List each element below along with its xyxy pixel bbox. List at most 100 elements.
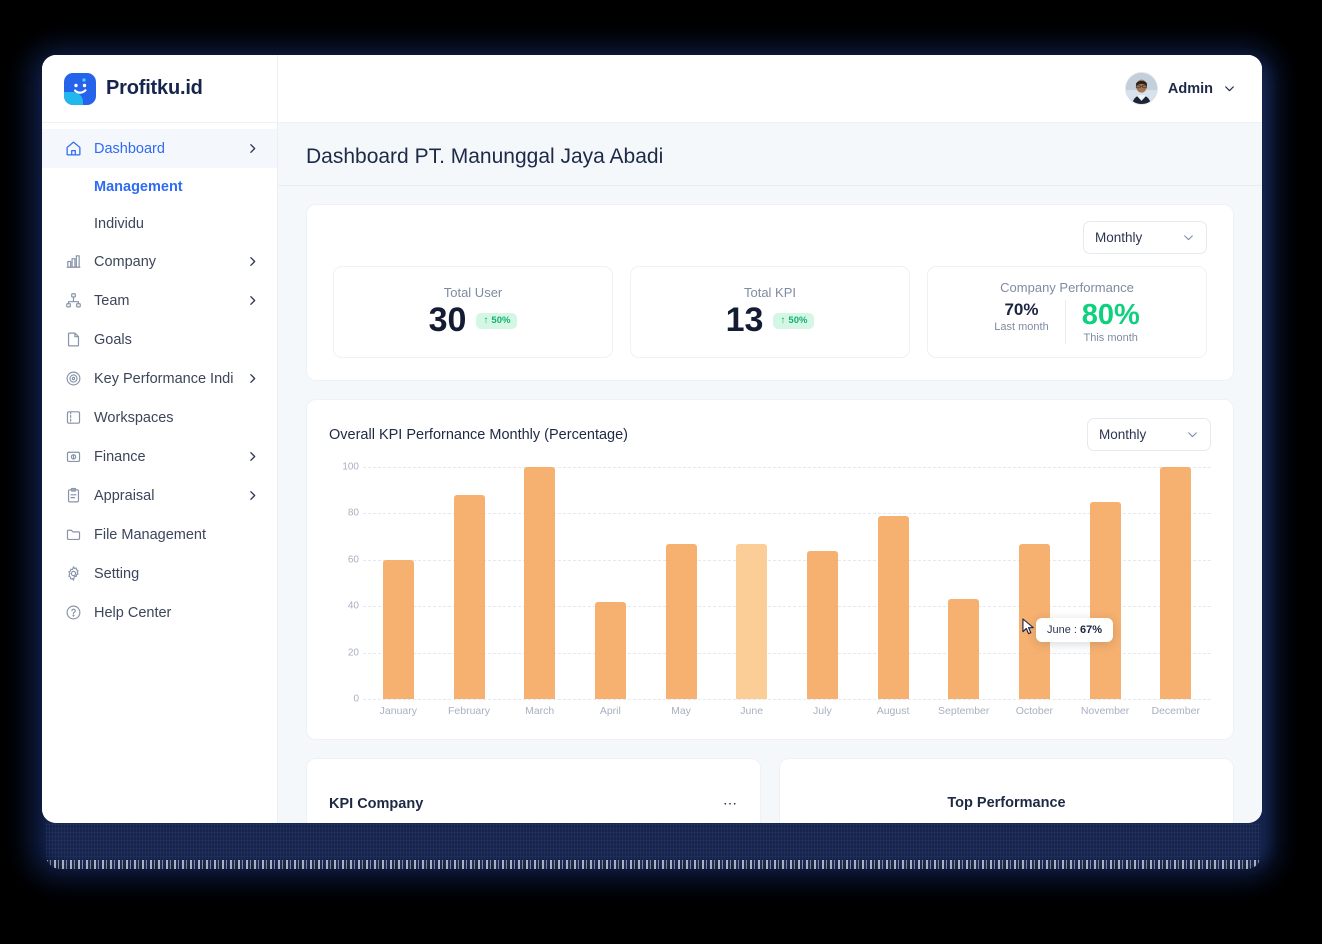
stat-label: Total KPI bbox=[743, 285, 797, 301]
top-performance-title: Top Performance bbox=[947, 795, 1066, 811]
sidebar-item-goals[interactable]: Goals bbox=[42, 320, 277, 359]
chart-tooltip: June : 67% bbox=[1036, 618, 1114, 642]
stat-card-company-performance: Company Performance 70% Last month 80% T… bbox=[927, 266, 1207, 358]
sidebar-item-label: Team bbox=[94, 292, 130, 309]
bar-column[interactable] bbox=[434, 467, 505, 699]
stat-value: 13 bbox=[725, 301, 764, 340]
home-icon bbox=[64, 140, 82, 158]
sidebar-item-individu[interactable]: Individu bbox=[42, 205, 277, 242]
summary-period-select[interactable]: Monthly bbox=[1083, 221, 1207, 254]
status-badge: ↑ 50% bbox=[773, 313, 815, 329]
bar[interactable] bbox=[1160, 467, 1192, 699]
performance-last-caption: Last month bbox=[994, 321, 1049, 334]
page-title-bar: Dashboard PT. Manunggal Jaya Abadi bbox=[278, 123, 1262, 186]
bar[interactable] bbox=[594, 601, 626, 699]
stat-card-total-user: Total User 30 ↑ 50% bbox=[333, 266, 613, 358]
kpi-chart-card: Overall KPI Perfornance Monthly (Percent… bbox=[306, 399, 1234, 740]
kpi-company-title: KPI Company bbox=[329, 795, 424, 812]
bar-column[interactable] bbox=[999, 467, 1070, 699]
bar[interactable] bbox=[382, 559, 414, 699]
overflow-menu-icon[interactable]: ⋯ bbox=[723, 795, 738, 812]
bar[interactable] bbox=[948, 599, 980, 699]
bar-column[interactable] bbox=[575, 467, 646, 699]
document-icon bbox=[64, 331, 82, 349]
stat-label: Company Performance bbox=[1000, 280, 1134, 296]
sidebar-item-key-performance-indicator[interactable]: Key Performance Indicato bbox=[42, 359, 277, 398]
sidebar-item-label: Workspaces bbox=[94, 409, 174, 426]
sidebar-item-finance[interactable]: Finance bbox=[42, 437, 277, 476]
summary-period-value: Monthly bbox=[1095, 230, 1143, 245]
sidebar-item-appraisal[interactable]: Appraisal bbox=[42, 476, 277, 515]
stats-row: Total User 30 ↑ 50% Total KPI 13 ↑ 50% C… bbox=[333, 266, 1207, 358]
bar[interactable] bbox=[736, 543, 768, 699]
chart-bars bbox=[363, 467, 1211, 699]
brand-name: Profitku.id bbox=[106, 77, 203, 99]
x-axis-tick-label: February bbox=[448, 705, 491, 717]
stat-value: 30 bbox=[428, 301, 467, 340]
bar-column[interactable] bbox=[1070, 467, 1141, 699]
bar[interactable] bbox=[806, 550, 838, 699]
sidebar-item-workspaces[interactable]: Workspaces bbox=[42, 398, 277, 437]
chevron-down-icon[interactable] bbox=[1223, 82, 1236, 95]
x-axis-tick-label: July bbox=[813, 705, 832, 717]
money-icon bbox=[64, 448, 82, 466]
stat-badge-value: 50% bbox=[788, 315, 808, 327]
smiley-face-icon bbox=[73, 78, 87, 94]
sidebar-item-label: Setting bbox=[94, 565, 140, 582]
bar-column[interactable] bbox=[504, 467, 575, 699]
bar[interactable] bbox=[877, 515, 909, 699]
dashboard-scroll-area[interactable]: Monthly Total User 30 ↑ 50% Total KPI 13… bbox=[278, 186, 1262, 823]
stat-main: 30 ↑ 50% bbox=[428, 301, 518, 340]
chevron-right-icon bbox=[246, 142, 259, 155]
sidebar-subitem-label: Management bbox=[94, 178, 183, 195]
performance-this-caption: This month bbox=[1083, 331, 1138, 344]
brand-logo[interactable]: Profitku.id bbox=[42, 55, 277, 123]
help-icon bbox=[64, 604, 82, 622]
sidebar-item-label: File Management bbox=[94, 526, 207, 543]
bar[interactable] bbox=[524, 467, 556, 699]
user-menu[interactable]: Admin bbox=[1124, 72, 1236, 105]
bar-column[interactable] bbox=[928, 467, 999, 699]
tooltip-label: June bbox=[1047, 624, 1071, 636]
bar[interactable] bbox=[1089, 501, 1121, 699]
performance-last-value: 70% bbox=[1004, 300, 1039, 320]
sidebar-item-label: Appraisal bbox=[94, 487, 155, 504]
sidebar-item-help-center[interactable]: Help Center bbox=[42, 593, 277, 632]
sidebar-item-file-management[interactable]: File Management bbox=[42, 515, 277, 554]
chart-period-value: Monthly bbox=[1099, 427, 1147, 442]
clipboard-icon bbox=[64, 487, 82, 505]
avatar-photo-icon bbox=[1125, 73, 1157, 104]
bar-column[interactable] bbox=[1140, 467, 1211, 699]
bar-column[interactable] bbox=[646, 467, 717, 699]
chart-period-select[interactable]: Monthly bbox=[1087, 418, 1211, 451]
sidebar-item-team[interactable]: Team bbox=[42, 281, 277, 320]
bar[interactable] bbox=[665, 543, 697, 699]
sidebar-item-dashboard[interactable]: Dashboard bbox=[42, 129, 277, 168]
sidebar-item-company[interactable]: Company bbox=[42, 242, 277, 281]
profitku-logo-icon bbox=[64, 72, 96, 105]
chevron-right-icon bbox=[246, 450, 259, 463]
arrow-up-icon: ↑ bbox=[483, 315, 489, 326]
chart-card-header: Overall KPI Perfornance Monthly (Percent… bbox=[329, 418, 1211, 451]
tooltip-value: 67% bbox=[1080, 624, 1103, 636]
user-name-label: Admin bbox=[1167, 80, 1213, 97]
stat-label: Total User bbox=[443, 285, 503, 301]
capture-artifact-band bbox=[46, 823, 1261, 869]
chart-title: Overall KPI Perfornance Monthly (Percent… bbox=[329, 426, 628, 443]
bar-column[interactable] bbox=[858, 467, 929, 699]
folder-icon bbox=[64, 526, 82, 544]
sidebar-item-setting[interactable]: Setting bbox=[42, 554, 277, 593]
bar[interactable] bbox=[453, 494, 485, 699]
y-axis-tick: 20 bbox=[347, 647, 359, 659]
bar-column[interactable] bbox=[363, 467, 434, 699]
artifact-fringe bbox=[46, 860, 1261, 869]
chevron-right-icon bbox=[246, 372, 259, 385]
sidebar: Profitku.id Dashboard Management Individ… bbox=[42, 55, 278, 823]
y-axis-tick: 0 bbox=[353, 693, 359, 705]
bar-column[interactable] bbox=[787, 467, 858, 699]
chevron-right-icon bbox=[246, 294, 259, 307]
building-chart-icon bbox=[64, 253, 82, 271]
x-axis-tick-label: March bbox=[525, 705, 555, 717]
bar-column[interactable] bbox=[716, 467, 787, 699]
sidebar-item-management[interactable]: Management bbox=[42, 168, 277, 205]
